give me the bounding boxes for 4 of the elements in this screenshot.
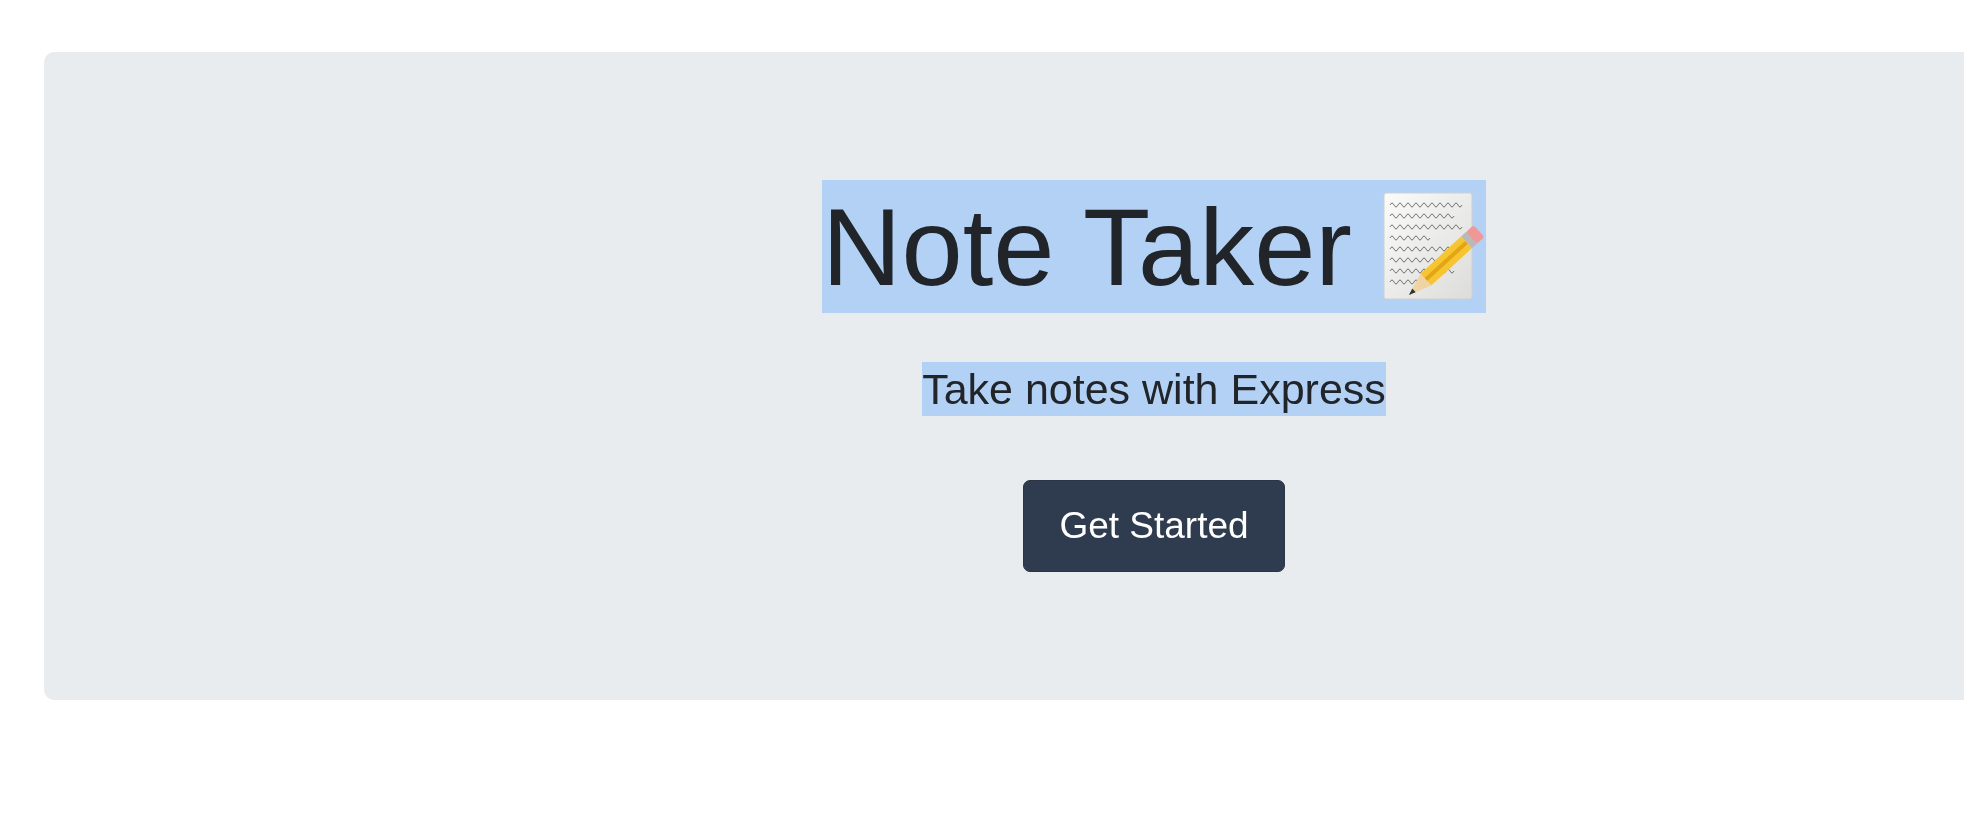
page-title: Note Taker — [822, 184, 1352, 310]
tagline: Take notes with Express — [922, 362, 1386, 416]
get-started-button[interactable]: Get Started — [1023, 480, 1285, 572]
memo-with-pencil-icon — [1381, 190, 1486, 303]
